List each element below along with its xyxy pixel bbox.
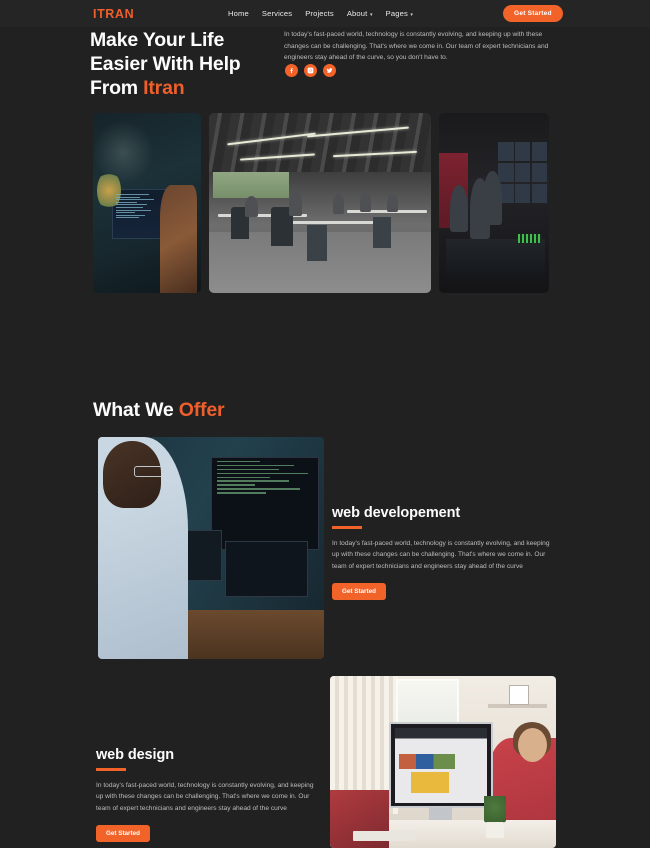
hero-title-line2: Easier With Help — [90, 53, 241, 75]
offer-title-accent: Offer — [178, 399, 225, 421]
open-plan-office-photo — [209, 113, 431, 293]
offer-section-title: What We Offer — [93, 399, 225, 422]
instagram-icon[interactable] — [304, 64, 317, 77]
nav-item-about[interactable]: About ▾ — [347, 9, 373, 18]
developer-at-desk-photo — [93, 113, 201, 293]
navbar-get-started-button[interactable]: Get Started — [503, 5, 563, 22]
hero-title-line1: Make Your Life — [90, 29, 225, 51]
nav-item-about-label: About — [346, 9, 368, 18]
nav-item-home[interactable]: Home — [228, 9, 249, 18]
chevron-down-icon: ▾ — [369, 11, 373, 18]
monitor-code-decor — [211, 456, 320, 551]
imac-screen-decor — [388, 722, 493, 809]
navbar: ITRAN Home Services Projects About ▾ Pag… — [0, 0, 650, 27]
service-heading: web design — [96, 747, 174, 763]
service-paragraph: In today's fast-paced world, technology … — [332, 539, 550, 570]
service-get-started-button[interactable]: Get Started — [96, 825, 150, 842]
nav-links: Home Services Projects About ▾ Pages ▾ — [228, 9, 413, 18]
heading-underline-accent — [332, 526, 362, 529]
social-links — [285, 64, 336, 77]
nav-item-projects-label: Projects — [305, 9, 334, 18]
twitter-icon[interactable] — [323, 64, 336, 77]
coder-multiple-screens-photo — [98, 437, 324, 659]
nav-item-pages-label: Pages — [385, 9, 408, 18]
service-heading: web developement — [332, 505, 461, 521]
hero-title-line3-prefix: From — [90, 77, 144, 99]
service-web-design: web design In today's fast-paced world, … — [96, 747, 318, 842]
chevron-down-icon: ▾ — [410, 11, 414, 18]
nav-item-pages[interactable]: Pages ▾ — [386, 9, 413, 18]
landing-page: ITRAN Home Services Projects About ▾ Pag… — [0, 0, 650, 848]
facebook-icon[interactable] — [285, 64, 298, 77]
service-paragraph: In today's fast-paced world, technology … — [96, 781, 314, 812]
hero-title-accent: Itran — [143, 77, 185, 99]
designer-imac-office-photo — [330, 676, 556, 848]
hero-image-gallery — [93, 113, 549, 293]
hero-paragraph: In today's fast-paced world, technology … — [284, 31, 549, 61]
nav-item-home-label: Home — [228, 9, 249, 18]
glasses-decor — [134, 465, 171, 477]
nav-item-services-label: Services — [261, 9, 293, 18]
nav-item-projects[interactable]: Projects — [305, 9, 334, 18]
offer-title-prefix: What We — [93, 399, 179, 421]
heading-underline-accent — [96, 768, 126, 771]
laptop-right-decor — [224, 541, 309, 597]
broadcast-control-room-photo — [439, 113, 549, 293]
service-web-development: web developement In today's fast-paced w… — [332, 505, 558, 600]
brand-logo[interactable]: ITRAN — [93, 7, 134, 21]
nav-item-services[interactable]: Services — [262, 9, 292, 18]
hero-title: Make Your Life Easier With Help From Itr… — [90, 28, 241, 100]
service-get-started-button[interactable]: Get Started — [332, 583, 386, 600]
code-lines-decor — [115, 194, 164, 234]
